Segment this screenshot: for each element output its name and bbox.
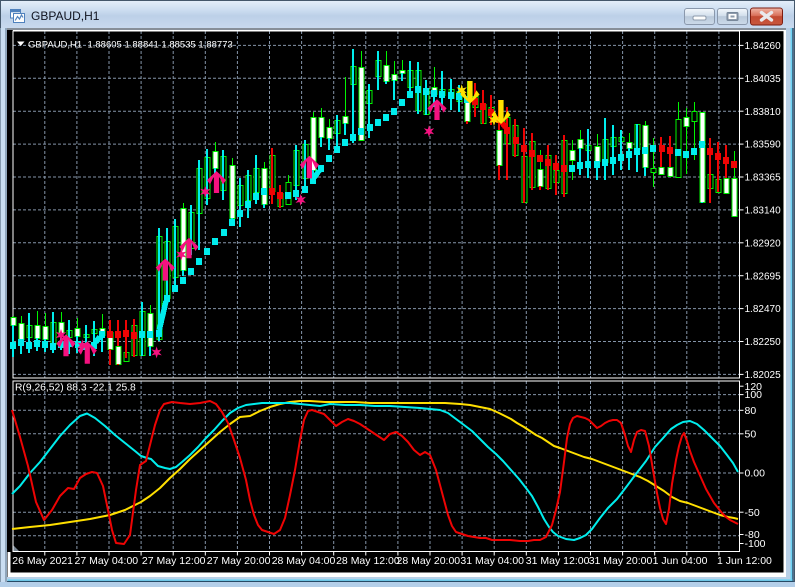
svg-text:1.83590: 1.83590 [745,140,782,151]
svg-text:27 May 20:00: 27 May 20:00 [207,555,271,567]
svg-text:28 May 20:00: 28 May 20:00 [397,555,461,567]
svg-text:1.84260: 1.84260 [745,41,782,52]
svg-text:R(9,26,52) 88.3 -22.1 25.8: R(9,26,52) 88.3 -22.1 25.8 [15,383,136,394]
svg-text:1.83140: 1.83140 [745,206,782,217]
svg-text:26 May 2021: 26 May 2021 [12,555,73,567]
svg-text:1.82695: 1.82695 [745,271,782,282]
svg-text:27 May 04:00: 27 May 04:00 [75,555,139,567]
svg-text:28 May 04:00: 28 May 04:00 [272,555,336,567]
svg-text:31 May 20:00: 31 May 20:00 [589,555,653,567]
svg-text:31 May 04:00: 31 May 04:00 [460,555,524,567]
svg-text:-50: -50 [745,507,760,519]
svg-text:0.00: 0.00 [745,468,766,480]
svg-text:28 May 12:00: 28 May 12:00 [336,555,400,567]
svg-text:1.82250: 1.82250 [745,337,782,348]
svg-text:GBPAUD,H1: GBPAUD,H1 [31,9,100,23]
svg-text:1.83365: 1.83365 [745,173,782,184]
svg-text:-100: -100 [745,538,766,550]
svg-text:50: 50 [745,428,757,440]
svg-text:1.82920: 1.82920 [745,238,782,249]
svg-text:1.82025: 1.82025 [745,370,782,381]
svg-text:1 Jun 04:00: 1 Jun 04:00 [653,555,708,567]
svg-text:1.84035: 1.84035 [745,74,782,85]
svg-text:27 May 12:00: 27 May 12:00 [142,555,206,567]
svg-text:100: 100 [745,389,763,401]
svg-text:1.82470: 1.82470 [745,304,782,315]
svg-text:GBPAUD,H1 1.88605 1.88841 1.8: GBPAUD,H1 1.88605 1.88841 1.88535 1.8877… [28,40,233,51]
svg-text:31 May 12:00: 31 May 12:00 [526,555,590,567]
svg-text:1 Jun 12:00: 1 Jun 12:00 [717,555,772,567]
svg-text:1.83810: 1.83810 [745,107,782,118]
svg-text:80: 80 [745,405,757,417]
